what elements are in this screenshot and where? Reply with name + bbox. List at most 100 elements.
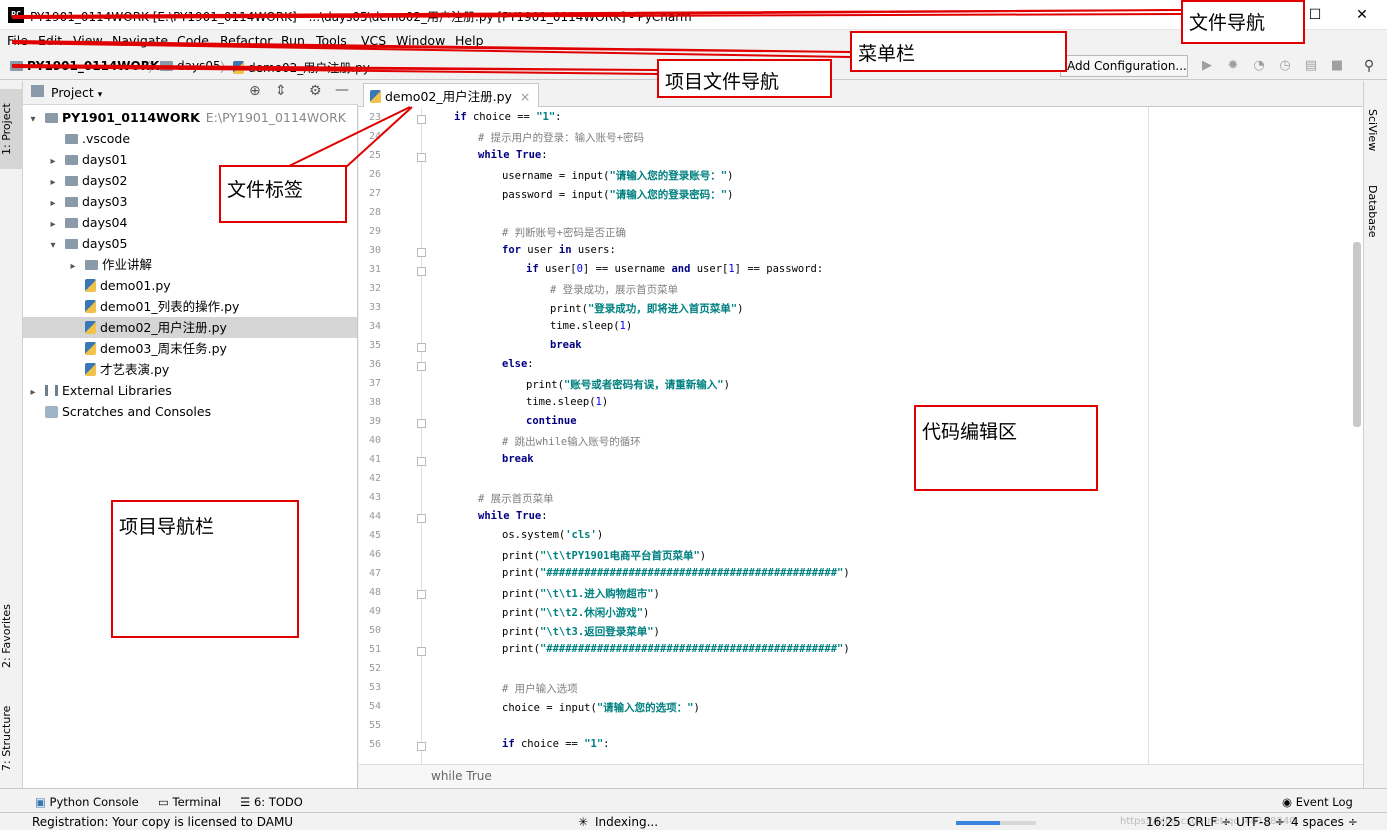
status-message[interactable]: Registration: Your copy is licensed to D… [32, 815, 293, 829]
tree-item[interactable]: demo03_周末任务.py [23, 338, 357, 359]
run-icon[interactable]: ▶ [1198, 57, 1216, 75]
editor-tab-active[interactable]: demo02_用户注册.py × [363, 83, 540, 107]
code-line: # 提示用户的登录：输入账号+密码 [478, 132, 644, 144]
stop-icon[interactable]: ■ [1328, 57, 1346, 75]
annotation-project-file-nav: 项目文件导航 [657, 59, 832, 98]
tree-item[interactable]: demo02_用户注册.py [23, 317, 357, 338]
code-line: # 展示首页菜单 [478, 493, 554, 505]
bottom-tool-bar: ▣ Python Console ▭ Terminal ☰ 6: TODO ◉ … [0, 788, 1387, 812]
close-button[interactable]: ✕ [1339, 0, 1385, 30]
coverage-icon[interactable]: ◔ [1250, 57, 1268, 75]
project-view-selector[interactable]: Project ▾ [51, 85, 102, 100]
menu-edit[interactable]: Edit [38, 33, 62, 48]
caret-position[interactable]: 16:25 [1146, 815, 1181, 829]
code-line: # 登录成功，展示首页菜单 [550, 284, 679, 296]
tree-item-label: Scratches and Consoles [62, 404, 212, 419]
tree-item[interactable]: ▾ PY1901_0114WORK E:\PY1901_0114WORK [23, 107, 357, 128]
debug-icon[interactable]: ✹ [1224, 57, 1242, 75]
folder-icon [45, 113, 58, 123]
collapsed-arrow-icon[interactable]: ▸ [27, 382, 39, 403]
concurrency-icon[interactable]: ▤ [1302, 57, 1320, 75]
tree-item[interactable]: Scratches and Consoles [23, 401, 357, 422]
terminal-label: Terminal [172, 795, 222, 809]
tree-item[interactable]: demo01_列表的操作.py [23, 296, 357, 317]
collapse-all-icon[interactable]: ⇕ [275, 83, 287, 99]
menu-help[interactable]: Help [455, 33, 484, 48]
menu-refactor[interactable]: Refactor [220, 33, 272, 48]
line-separator[interactable]: CRLF ÷ [1187, 815, 1231, 829]
tree-item[interactable]: 才艺表演.py [23, 359, 357, 380]
run-configuration-dropdown[interactable]: Add Configuration... [1060, 55, 1188, 77]
code-line: while True: [478, 149, 548, 161]
hide-icon[interactable]: — [335, 82, 349, 98]
tab-structure[interactable]: 7: Structure [0, 693, 23, 783]
tree-item[interactable]: ▾ days05 [23, 233, 357, 254]
right-tool-stripe: SciView Database [1363, 81, 1387, 788]
code-line: print("\t\t2.休闲小游戏") [502, 607, 650, 619]
code-line: break [502, 453, 534, 465]
project-panel-header: Project ▾ ⊕ ⇕ ⚙ — [23, 81, 358, 105]
editor-scrollbar-thumb[interactable] [1353, 242, 1361, 427]
code-line: if user[0] == username and user[1] == pa… [526, 263, 824, 275]
indexing-progress-fill [956, 821, 1000, 825]
folder-icon [85, 260, 98, 270]
python-file-icon [85, 279, 96, 292]
event-log-label: Event Log [1295, 795, 1353, 809]
tab-sciview[interactable]: SciView [1366, 109, 1379, 151]
menu-code[interactable]: Code [177, 33, 209, 48]
todo-icon: ☰ [240, 795, 251, 809]
tab-project[interactable]: 1: Project [0, 89, 23, 169]
breadcrumb-separator-icon: 〉 [220, 61, 234, 76]
tree-item[interactable]: ▸ 作业讲解 [23, 254, 357, 275]
python-console-button[interactable]: ▣ Python Console [35, 795, 139, 809]
profile-icon[interactable]: ◷ [1276, 57, 1294, 75]
code-line: if choice == "1": [502, 738, 610, 750]
todo-button[interactable]: ☰ 6: TODO [240, 795, 303, 809]
code-line: print("#################################… [502, 643, 850, 655]
event-log-button[interactable]: ◉ Event Log [1282, 795, 1353, 809]
annotation-editor-area: 代码编辑区 [914, 405, 1098, 491]
python-file-icon [85, 321, 96, 334]
collapsed-arrow-icon[interactable]: ▸ [67, 256, 79, 277]
search-icon[interactable]: ⚲ [1360, 57, 1378, 75]
menu-window[interactable]: Window [396, 33, 445, 48]
file-encoding[interactable]: UTF-8 ÷ [1236, 815, 1285, 829]
code-line: print("账号或者密码有误，请重新输入") [526, 379, 730, 391]
indent-setting[interactable]: 4 spaces ÷ [1291, 815, 1358, 829]
expanded-arrow-icon[interactable]: ▾ [47, 235, 59, 256]
tree-item[interactable]: .vscode [23, 128, 357, 149]
menu-run[interactable]: Run [281, 33, 305, 48]
indexing-status[interactable]: Indexing... [595, 815, 658, 829]
breadcrumb-project[interactable]: PY1901_0114WORK [10, 59, 159, 73]
editor-breadcrumb[interactable]: while True [431, 769, 492, 783]
menu-tools[interactable]: Tools [316, 33, 347, 48]
tree-item-label: demo03_周末任务.py [100, 341, 227, 356]
breadcrumb-project-label: PY1901_0114WORK [27, 59, 160, 73]
tab-database[interactable]: Database [1366, 185, 1379, 238]
menu-view[interactable]: View [73, 33, 103, 48]
terminal-button[interactable]: ▭ Terminal [158, 795, 221, 809]
close-tab-icon[interactable]: × [520, 89, 530, 104]
code-line: continue [526, 415, 577, 427]
collapsed-arrow-icon[interactable]: ▸ [47, 172, 59, 193]
code-line: time.sleep(1) [550, 320, 633, 332]
locate-icon[interactable]: ⊕ [249, 83, 261, 99]
window-title: PY1901_0114WORK [E:\PY1901_0114WORK] - .… [30, 10, 692, 24]
code-line: break [550, 339, 582, 351]
tab-favorites[interactable]: 2: Favorites [0, 591, 23, 681]
code-line: # 跳出while输入账号的循环 [502, 436, 641, 448]
gear-icon[interactable]: ⚙ [309, 83, 322, 99]
breadcrumb-folder[interactable]: days05 [160, 59, 221, 73]
menu-vcs[interactable]: VCS [361, 33, 386, 48]
menu-navigate[interactable]: Navigate [112, 33, 168, 48]
folder-icon [65, 155, 78, 165]
code-editor[interactable]: 23 24 25 26 27 28 29 30 31 32 33 34 35 36 37 38 39 40 41 42… [359, 107, 1363, 764]
tree-item[interactable]: demo01.py [23, 275, 357, 296]
collapsed-arrow-icon[interactable]: ▸ [47, 193, 59, 214]
breadcrumb-file[interactable]: demo02_用户注册.py [233, 59, 370, 76]
collapsed-arrow-icon[interactable]: ▸ [47, 151, 59, 172]
tree-item[interactable]: ▸ External Libraries [23, 380, 357, 401]
collapsed-arrow-icon[interactable]: ▸ [47, 214, 59, 235]
expanded-arrow-icon[interactable]: ▾ [27, 109, 39, 130]
menu-file[interactable]: File [7, 33, 28, 48]
